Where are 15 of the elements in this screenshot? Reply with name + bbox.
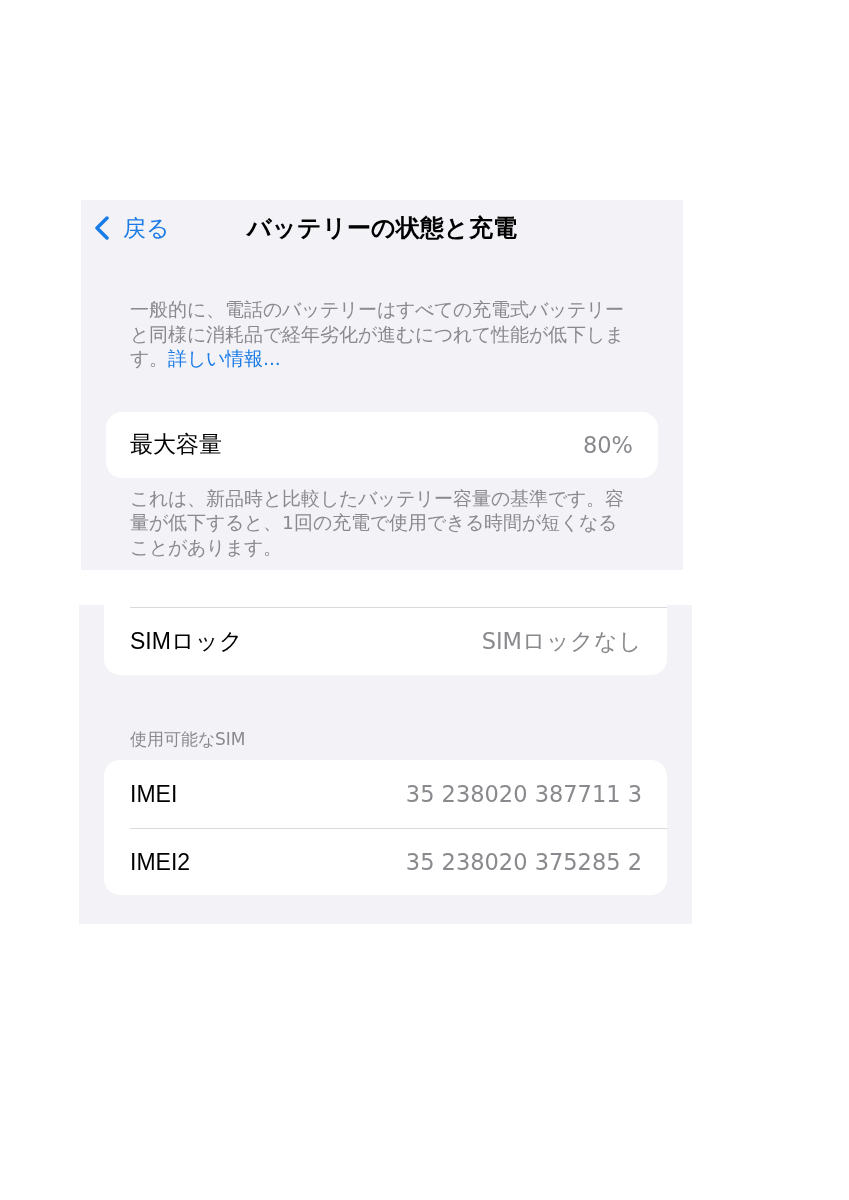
- row-label: SIMロック: [130, 627, 243, 656]
- footer-text: これは、新品時と比較したバッテリー容量の基準です。容量が低下すると、1回の充電で使用できる時間が短くなることがあります。: [130, 486, 625, 560]
- row-value: 35 238020 375285 2: [405, 849, 642, 875]
- row-value: 80%: [583, 431, 633, 458]
- page-title: バッテリーの状態と充電: [247, 213, 517, 244]
- description-text: 一般的に、電話のバッテリーはすべての充電式バッテリーと同様に消耗品で経年劣化が進むにつれて性能が低下します。詳しい情報...: [130, 298, 625, 371]
- row-label: IMEI2: [130, 848, 191, 876]
- back-chevron-icon: [95, 216, 109, 240]
- back-button[interactable]: 戻る: [95, 212, 170, 244]
- row-label: IMEI: [130, 780, 178, 808]
- row-label: 最大容量: [130, 430, 222, 459]
- learn-more-link[interactable]: 詳しい情報...: [168, 348, 281, 369]
- section-header: 使用可能なSIM: [130, 729, 247, 749]
- row-value: 35 238020 387711 3: [405, 781, 642, 807]
- row-value: SIMロックなし: [481, 627, 642, 656]
